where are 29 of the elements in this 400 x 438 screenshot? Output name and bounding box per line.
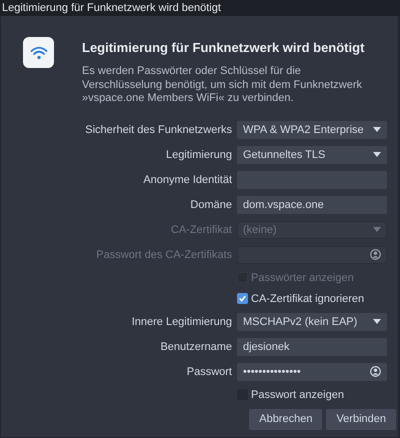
connect-button[interactable]: Verbinden	[326, 408, 396, 430]
dropdown[interactable]: Getunneltes TLS	[237, 146, 387, 164]
dropdown[interactable]: WPA & WPA2 Enterprise	[237, 120, 387, 138]
input-field[interactable]: dom.vspace.one	[237, 196, 387, 214]
caret-icon	[373, 227, 381, 232]
field-label: Passwort	[186, 366, 232, 378]
field-label: Domäne	[190, 198, 232, 210]
caret-icon	[373, 127, 381, 132]
user-icon[interactable]	[370, 366, 381, 377]
field-label: Anonyme Identität	[143, 174, 232, 186]
field-label: Benutzername	[160, 340, 232, 352]
cancel-button[interactable]: Abbrechen	[249, 408, 322, 430]
dialog-message: Es werden Passwörter oder Schlüssel für die Verschlüsselung benötigt, um sich mit dem Funknetzwerk »vspace.one Members WiFi« zu verbinden.	[82, 65, 364, 106]
checkbox-option[interactable]: Passwort anzeigen	[237, 388, 387, 402]
password-field[interactable]: •••••••••••••••	[237, 362, 387, 380]
caret-icon	[373, 152, 381, 157]
field-label: CA-Zertifikat	[170, 224, 232, 236]
checkbox[interactable]	[237, 293, 248, 304]
field-label: Legitimierung	[166, 148, 232, 160]
field-label: Sicherheit des Funknetzwerks	[85, 124, 232, 136]
dialog-title: Legitimierung für Funknetzwerk wird benötigt	[82, 40, 366, 55]
dropdown[interactable]: MSCHAPv2 (kein EAP)	[237, 312, 387, 330]
caret-icon	[373, 319, 381, 324]
window-title: Legitimierung für Funknetzwerk wird benötigt	[0, 0, 400, 16]
field-label: Innere Legitimierung	[132, 316, 232, 328]
input-field[interactable]: djesionek	[237, 338, 387, 356]
wifi-icon	[30, 46, 48, 60]
field-label: Passwort des CA-Zertifikats	[96, 248, 232, 260]
checkbox-option[interactable]: CA-Zertifikat ignorieren	[237, 292, 387, 306]
